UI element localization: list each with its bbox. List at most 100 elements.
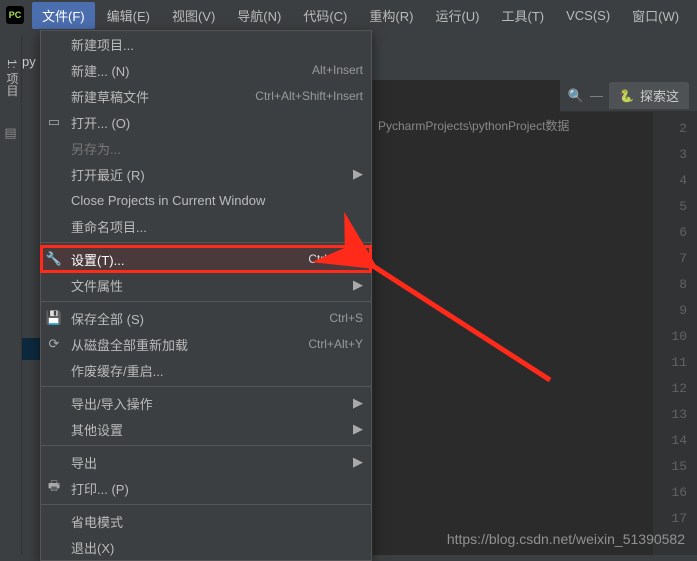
line-number: 3: [653, 142, 687, 168]
menu-item[interactable]: 省电模式: [41, 508, 371, 534]
menu-item[interactable]: 重命名项目...: [41, 213, 371, 239]
menu-separator: [41, 504, 371, 505]
menu-item-label: 保存全部 (S): [71, 309, 321, 328]
menu-item-label: 省电模式: [71, 512, 363, 531]
menu-item-label: 导出: [71, 453, 341, 472]
editor-area[interactable]: 1234567891011121314151617: [372, 80, 697, 555]
chevron-right-icon: ▶: [353, 166, 363, 182]
menu-shortcut: Ctrl+Alt+Y: [308, 337, 363, 351]
line-number: 13: [653, 402, 687, 428]
menu-shortcut: Ctrl+Alt+S: [308, 252, 363, 266]
menu-separator: [41, 386, 371, 387]
menu-item[interactable]: 💾 保存全部 (S) Ctrl+S: [41, 305, 371, 331]
menu-item-label: 新建项目...: [71, 35, 363, 54]
line-number: 2: [653, 116, 687, 142]
search-icon[interactable]: 🔍: [568, 88, 584, 104]
folder-icon: ▭: [45, 114, 63, 130]
python-icon: 🐍: [619, 89, 634, 103]
menubar-item[interactable]: VCS(S): [556, 4, 620, 27]
line-number: 6: [653, 220, 687, 246]
menu-item[interactable]: 新建草稿文件 Ctrl+Alt+Shift+Insert: [41, 83, 371, 109]
menu-item-label: 设置(T)...: [71, 250, 300, 269]
line-number: 10: [653, 324, 687, 350]
menu-item-label: 另存为...: [71, 139, 363, 158]
menu-item[interactable]: 🖶打印... (P): [41, 475, 371, 501]
menu-item[interactable]: 🔧 设置(T)... Ctrl+Alt+S: [41, 246, 371, 272]
menu-item-label: 从磁盘全部重新加载: [71, 335, 300, 354]
menubar-item[interactable]: 工具(T): [491, 2, 554, 29]
app-logo: PC: [6, 6, 24, 24]
menu-item[interactable]: 作废缓存/重启...: [41, 357, 371, 383]
line-number: 14: [653, 428, 687, 454]
line-number: 5: [653, 194, 687, 220]
menu-item-label: 导出/导入操作: [71, 394, 341, 413]
menu-item-label: 退出(X): [71, 538, 363, 557]
reload-icon: ⟳: [45, 336, 63, 352]
line-number: 7: [653, 246, 687, 272]
menu-shortcut: Ctrl+Alt+Shift+Insert: [255, 89, 363, 103]
chevron-right-icon: ▶: [353, 421, 363, 437]
menu-separator: [41, 445, 371, 446]
menu-item-label: 打开... (O): [71, 113, 363, 132]
menubar-item[interactable]: 运行(U): [425, 2, 489, 29]
menubar-item[interactable]: 视图(V): [162, 2, 225, 29]
print-icon: 🖶: [45, 477, 63, 499]
menu-item[interactable]: ⟳ 从磁盘全部重新加载 Ctrl+Alt+Y: [41, 331, 371, 357]
line-number: 4: [653, 168, 687, 194]
menu-item[interactable]: 导出/导入操作 ▶: [41, 390, 371, 416]
menubar-item[interactable]: 代码(C): [293, 2, 357, 29]
tab-label: 探索这: [640, 86, 679, 105]
left-gutter: ▤: [0, 115, 22, 555]
line-gutter: 1234567891011121314151617: [653, 80, 697, 555]
menu-item-label: 新建... (N): [71, 61, 304, 80]
menu-separator: [41, 242, 371, 243]
menu-shortcut: Ctrl+S: [329, 311, 363, 325]
menubar: 文件(F)编辑(E)视图(V)导航(N)代码(C)重构(R)运行(U)工具(T)…: [32, 2, 689, 29]
menu-shortcut: Alt+Insert: [312, 63, 363, 77]
watermark: https://blog.csdn.net/weixin_51390582: [447, 531, 685, 547]
menu-item: 另存为...: [41, 135, 371, 161]
file-menu-dropdown: 新建项目... 新建... (N) Alt+Insert 新建草稿文件 Ctrl+Alt…: [40, 30, 372, 561]
editor-tabbar: 🔍 — 🐍 探索这: [560, 80, 697, 112]
menu-separator: [41, 301, 371, 302]
save-icon: 💾: [45, 310, 63, 326]
line-number: 9: [653, 298, 687, 324]
menu-item[interactable]: 退出(X): [41, 534, 371, 560]
structure-icon[interactable]: ▤: [4, 125, 16, 141]
menu-item[interactable]: ▭ 打开... (O): [41, 109, 371, 135]
tool-window-tab-project[interactable]: 1: 项目: [0, 35, 22, 115]
line-number: 12: [653, 376, 687, 402]
menubar-item[interactable]: 窗口(W): [622, 2, 689, 29]
line-number: 17: [653, 506, 687, 532]
minus-icon[interactable]: —: [590, 88, 603, 103]
menu-item[interactable]: Close Projects in Current Window: [41, 187, 371, 213]
menubar-item[interactable]: 重构(R): [359, 2, 423, 29]
menu-item-label: 作废缓存/重启...: [71, 361, 363, 380]
menu-item-label: 文件属性: [71, 276, 341, 295]
menu-item-label: Close Projects in Current Window: [71, 193, 363, 208]
menu-item[interactable]: 新建项目...: [41, 31, 371, 57]
wrench-icon: 🔧: [45, 251, 63, 267]
menu-item-label: 打开最近 (R): [71, 165, 341, 184]
chevron-right-icon: ▶: [353, 454, 363, 470]
breadcrumb[interactable]: PycharmProjects\pythonProject数据: [378, 117, 569, 134]
menubar-item[interactable]: 文件(F): [32, 2, 95, 29]
menu-item-label: 其他设置: [71, 420, 341, 439]
menu-item-label: 重命名项目...: [71, 217, 363, 236]
menu-item[interactable]: 打开最近 (R) ▶: [41, 161, 371, 187]
chevron-right-icon: ▶: [353, 395, 363, 411]
line-number: 15: [653, 454, 687, 480]
menu-item[interactable]: 文件属性 ▶: [41, 272, 371, 298]
menubar-item[interactable]: 导航(N): [227, 2, 291, 29]
menu-item-label: 新建草稿文件: [71, 87, 247, 106]
menu-item[interactable]: 导出 ▶: [41, 449, 371, 475]
chevron-right-icon: ▶: [353, 277, 363, 293]
menu-item[interactable]: 新建... (N) Alt+Insert: [41, 57, 371, 83]
menu-item[interactable]: 其他设置 ▶: [41, 416, 371, 442]
line-number: 8: [653, 272, 687, 298]
line-number: 16: [653, 480, 687, 506]
line-number: 11: [653, 350, 687, 376]
project-label: py: [22, 54, 36, 69]
editor-tab[interactable]: 🐍 探索这: [609, 82, 689, 109]
menubar-item[interactable]: 编辑(E): [97, 2, 160, 29]
